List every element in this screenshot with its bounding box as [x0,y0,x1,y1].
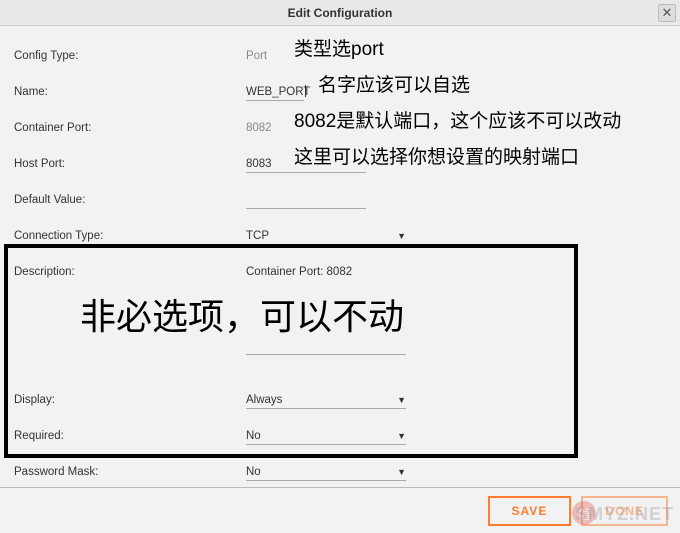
label-config-type: Config Type: [14,50,246,62]
row-default-value: Default Value: [14,182,666,218]
label-display: Display: [14,394,246,406]
annotation-config-type: 类型选port [294,34,384,61]
label-required: Required: [14,430,246,442]
select-display[interactable]: Always ▼ [246,392,406,409]
label-name: Name: [14,86,246,98]
label-container-port: Container Port: [14,122,246,134]
annotation-host-port: 这里可以选择你想设置的映射端口 [294,142,579,169]
select-value-password-mask: No [246,466,261,478]
close-button[interactable]: ✕ [658,4,676,22]
select-value-required: No [246,430,261,442]
save-button[interactable]: Save [488,496,572,526]
row-display: Display: Always ▼ [14,382,666,418]
text-cursor [305,85,306,97]
row-connection-type: Connection Type: TCP ▼ [14,218,666,254]
footer: Save Done [0,487,680,533]
underline-extra [246,354,406,355]
label-description: Description: [14,266,246,278]
titlebar: Edit Configuration ✕ [0,0,680,26]
annotation-container-port: 8082是默认端口，这个应该不可以改动 [294,106,621,133]
row-description: Description: Container Port: 8082 [14,254,666,290]
close-icon: ✕ [662,5,673,21]
form-content: Config Type: Port Name: WEB_PORT Contain… [0,26,680,502]
chevron-down-icon: ▼ [397,467,406,477]
select-value-display: Always [246,394,282,406]
select-required[interactable]: No ▼ [246,428,406,445]
select-connection-type[interactable]: TCP ▼ [246,228,406,245]
select-value-connection-type: TCP [246,230,269,242]
annotation-name: 名字应该可以自选 [318,70,470,97]
value-description[interactable]: Container Port: 8082 [246,264,406,280]
value-name[interactable]: WEB_PORT [246,84,304,101]
window-title: Edit Configuration [288,6,393,20]
chevron-down-icon: ▼ [397,431,406,441]
label-connection-type: Connection Type: [14,230,246,242]
input-default-value[interactable] [246,192,366,209]
annotation-optional: 非必选项，可以不动 [80,288,404,340]
chevron-down-icon: ▼ [397,395,406,405]
select-password-mask[interactable]: No ▼ [246,464,406,481]
row-password-mask: Password Mask: No ▼ [14,454,666,490]
chevron-down-icon: ▼ [397,231,406,241]
row-required: Required: No ▼ [14,418,666,454]
label-host-port: Host Port: [14,158,246,170]
label-default-value: Default Value: [14,194,246,206]
done-button[interactable]: Done [581,496,668,526]
label-password-mask: Password Mask: [14,466,246,478]
